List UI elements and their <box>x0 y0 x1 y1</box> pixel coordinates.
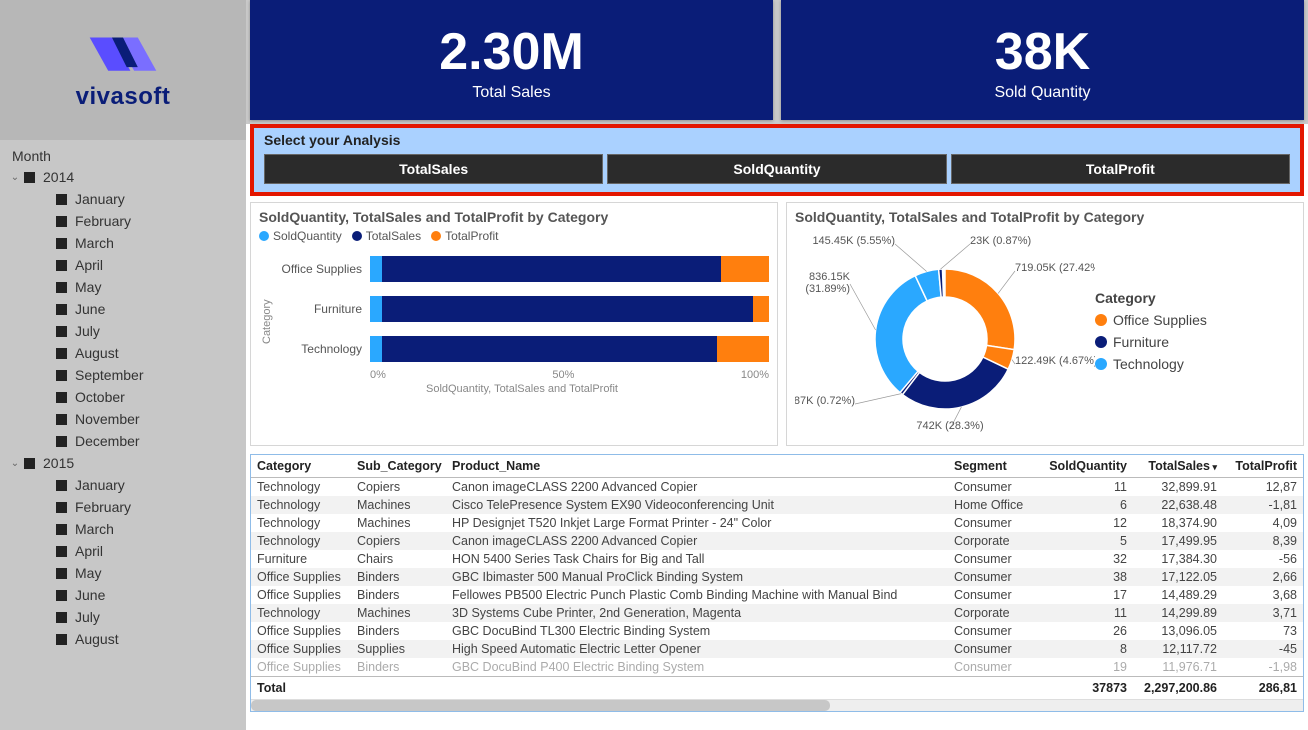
bar-row[interactable]: Furniture <box>275 289 769 329</box>
slicer-month[interactable]: May <box>8 276 242 298</box>
analysis-selector: Select your Analysis TotalSales SoldQuan… <box>250 124 1304 196</box>
slicer-month[interactable]: June <box>8 298 242 320</box>
bar-chart-legend: SoldQuantityTotalSalesTotalProfit <box>259 229 769 243</box>
table-row[interactable]: TechnologyCopiersCanon imageCLASS 2200 A… <box>251 478 1303 497</box>
slicer-month[interactable]: July <box>8 606 242 628</box>
svg-text:18.87K (0.72%): 18.87K (0.72%) <box>795 395 855 407</box>
tab-total-profit[interactable]: TotalProfit <box>951 154 1290 184</box>
slicer-month[interactable]: January <box>8 188 242 210</box>
analysis-title: Select your Analysis <box>264 132 1290 148</box>
svg-text:122.49K (4.67%): 122.49K (4.67%) <box>1015 355 1095 367</box>
legend-item[interactable]: Technology <box>1095 356 1207 372</box>
table-row[interactable]: Office SuppliesSuppliesHigh Speed Automa… <box>251 640 1303 658</box>
table-row[interactable]: FurnitureChairsHON 5400 Series Task Chai… <box>251 550 1303 568</box>
slicer-title: Month <box>8 148 242 164</box>
col-category[interactable]: Category <box>251 455 351 478</box>
brand-logo: vivasoft <box>0 0 246 140</box>
slicer-month[interactable]: March <box>8 518 242 540</box>
col-product_name[interactable]: Product_Name <box>446 455 948 478</box>
col-totalsales[interactable]: TotalSales ▾ <box>1133 455 1223 478</box>
tab-sold-quantity[interactable]: SoldQuantity <box>607 154 946 184</box>
slicer-month[interactable]: August <box>8 342 242 364</box>
chevron-down-icon: ⌄ <box>8 172 22 183</box>
slicer-month[interactable]: December <box>8 430 242 452</box>
table-row[interactable]: Office SuppliesBindersGBC DocuBind TL300… <box>251 622 1303 640</box>
brand-name: vivasoft <box>76 83 171 111</box>
kpi-total-sales: 2.30M Total Sales <box>250 0 773 120</box>
slicer-month[interactable]: March <box>8 232 242 254</box>
slicer-month[interactable]: February <box>8 210 242 232</box>
slicer-month[interactable]: April <box>8 254 242 276</box>
slicer-year[interactable]: ⌄2015 <box>8 452 242 474</box>
tab-total-sales[interactable]: TotalSales <box>264 154 603 184</box>
slicer-month[interactable]: July <box>8 320 242 342</box>
donut-chart-card: SoldQuantity, TotalSales and TotalProfit… <box>786 202 1304 446</box>
data-table[interactable]: CategorySub_CategoryProduct_NameSegmentS… <box>250 454 1304 712</box>
kpi-sold-quantity: 38K Sold Quantity <box>781 0 1304 120</box>
logo-icon <box>86 29 160 83</box>
slicer-month[interactable]: February <box>8 496 242 518</box>
col-soldquantity[interactable]: SoldQuantity <box>1043 455 1133 478</box>
table-row[interactable]: Office SuppliesBindersGBC Ibimaster 500 … <box>251 568 1303 586</box>
col-sub_category[interactable]: Sub_Category <box>351 455 446 478</box>
svg-text:23K (0.87%): 23K (0.87%) <box>970 235 1031 247</box>
svg-text:719.05K (27.42%): 719.05K (27.42%) <box>1015 262 1095 274</box>
col-totalprofit[interactable]: TotalProfit <box>1223 455 1303 478</box>
chevron-down-icon: ⌄ <box>8 458 22 469</box>
svg-text:(31.89%): (31.89%) <box>805 283 850 295</box>
table-row[interactable]: TechnologyMachinesHP Designjet T520 Inkj… <box>251 514 1303 532</box>
svg-text:836.15K: 836.15K <box>809 271 851 283</box>
slicer-month[interactable]: May <box>8 562 242 584</box>
table-row[interactable]: TechnologyMachines3D Systems Cube Printe… <box>251 604 1303 622</box>
legend-item[interactable]: Office Supplies <box>1095 312 1207 328</box>
horizontal-scrollbar[interactable] <box>251 699 1303 711</box>
donut-chart[interactable]: 719.05K (27.42%) 122.49K (4.67%) 742K (28.… <box>795 229 1095 439</box>
slicer-month[interactable]: June <box>8 584 242 606</box>
slicer-month[interactable]: October <box>8 386 242 408</box>
table-row[interactable]: TechnologyCopiersCanon imageCLASS 2200 A… <box>251 532 1303 550</box>
slicer-month[interactable]: September <box>8 364 242 386</box>
slicer-month[interactable]: January <box>8 474 242 496</box>
bar-row[interactable]: Technology <box>275 329 769 369</box>
svg-text:742K (28.3%): 742K (28.3%) <box>916 420 983 432</box>
table-row[interactable]: Office SuppliesBindersGBC DocuBind P400 … <box>251 658 1303 677</box>
month-slicer[interactable]: Month ⌄2014JanuaryFebruaryMarchAprilMayJ… <box>0 140 246 730</box>
col-segment[interactable]: Segment <box>948 455 1043 478</box>
bar-chart-card: SoldQuantity, TotalSales and TotalProfit… <box>250 202 778 446</box>
legend-item[interactable]: Furniture <box>1095 334 1207 350</box>
table-row[interactable]: Office SuppliesBindersFellowes PB500 Ele… <box>251 586 1303 604</box>
svg-text:145.45K (5.55%): 145.45K (5.55%) <box>812 235 895 247</box>
sort-desc-icon: ▾ <box>1210 462 1217 472</box>
slicer-month[interactable]: November <box>8 408 242 430</box>
slicer-year[interactable]: ⌄2014 <box>8 166 242 188</box>
bar-row[interactable]: Office Supplies <box>275 249 769 289</box>
slicer-month[interactable]: April <box>8 540 242 562</box>
table-row[interactable]: TechnologyMachinesCisco TelePresence Sys… <box>251 496 1303 514</box>
slicer-month[interactable]: August <box>8 628 242 650</box>
